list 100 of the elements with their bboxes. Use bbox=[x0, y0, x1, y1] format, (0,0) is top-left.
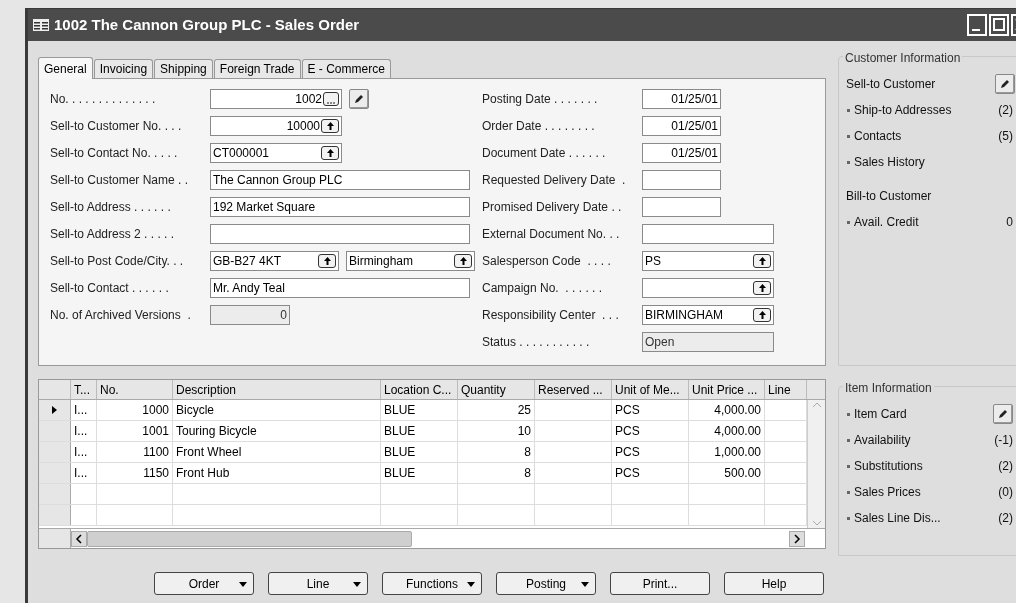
input-field[interactable]: 01/25/01 bbox=[642, 89, 721, 109]
table-cell: I... bbox=[71, 400, 97, 420]
column-header[interactable]: Unit of Me... bbox=[612, 380, 689, 399]
input-field[interactable]: CT000001 bbox=[210, 143, 342, 163]
action-button[interactable]: Help bbox=[724, 572, 824, 595]
assist-button[interactable] bbox=[323, 92, 339, 106]
scroll-right-icon[interactable] bbox=[789, 530, 805, 547]
input-field[interactable] bbox=[642, 224, 774, 244]
info-link[interactable]: Availability bbox=[854, 431, 911, 449]
input-field[interactable]: Birmingham bbox=[346, 251, 475, 271]
field-label: Sell-to Customer No. . . . bbox=[50, 118, 183, 135]
field-label: Salesperson Code . . . . bbox=[482, 253, 612, 270]
lookup-button[interactable] bbox=[318, 254, 336, 268]
bullet-icon bbox=[847, 464, 850, 468]
table-cell: 4,000.00 bbox=[689, 400, 765, 420]
input-field[interactable] bbox=[642, 278, 774, 298]
input-field[interactable]: 1002 bbox=[210, 89, 342, 109]
count-label: (-1) bbox=[994, 432, 1013, 449]
table-cell: BLUE bbox=[381, 400, 458, 420]
lookup-button[interactable] bbox=[454, 254, 472, 268]
tab[interactable]: Invoicing bbox=[93, 59, 154, 78]
info-link[interactable]: Sales Line Dis... bbox=[854, 509, 941, 527]
column-header[interactable]: Quantity bbox=[458, 380, 535, 399]
tab[interactable]: E - Commerce bbox=[301, 59, 391, 78]
table-cell: 500.00 bbox=[689, 463, 765, 483]
field-label: Requested Delivery Date . bbox=[482, 172, 627, 189]
action-button[interactable]: Line bbox=[268, 572, 368, 595]
table-cell: PCS bbox=[612, 442, 689, 462]
input-field[interactable] bbox=[210, 224, 470, 244]
tab[interactable]: Foreign Trade bbox=[213, 59, 301, 78]
edit-button[interactable] bbox=[349, 89, 369, 109]
info-link[interactable]: Sales Prices bbox=[854, 483, 921, 501]
input-field[interactable]: 10000 bbox=[210, 116, 342, 136]
pencil-icon bbox=[354, 94, 364, 104]
input-field[interactable]: BIRMINGHAM bbox=[642, 305, 774, 325]
up-arrow-icon bbox=[326, 149, 334, 157]
table-cell: 1,000.00 bbox=[689, 442, 765, 462]
info-link[interactable]: Contacts bbox=[854, 127, 902, 145]
lookup-button[interactable] bbox=[753, 308, 771, 322]
column-header[interactable]: Description bbox=[173, 380, 381, 399]
edit-button[interactable] bbox=[995, 74, 1015, 94]
count-label: (5) bbox=[998, 128, 1013, 145]
input-field[interactable]: PS bbox=[642, 251, 774, 271]
info-link[interactable]: Sales History bbox=[854, 153, 925, 171]
field-label: Promised Delivery Date . . bbox=[482, 199, 623, 216]
info-link[interactable]: Item Card bbox=[854, 405, 907, 423]
column-header[interactable]: Unit Price ... bbox=[689, 380, 765, 399]
lookup-button[interactable] bbox=[321, 119, 339, 133]
table-cell: PCS bbox=[612, 400, 689, 420]
column-header[interactable]: No. bbox=[97, 380, 173, 399]
table-cell: I... bbox=[71, 463, 97, 483]
edit-button[interactable] bbox=[993, 404, 1013, 424]
minimize-icon[interactable] bbox=[967, 14, 987, 36]
column-header[interactable]: T... bbox=[71, 380, 97, 399]
lookup-button[interactable] bbox=[753, 254, 771, 268]
action-button[interactable]: Order bbox=[154, 572, 254, 595]
row-selector[interactable] bbox=[39, 400, 71, 420]
field-label: Sell-to Contact No. . . . . bbox=[50, 145, 179, 162]
info-link[interactable]: Substitutions bbox=[854, 457, 923, 475]
field-label: Status . . . . . . . . . . . bbox=[482, 334, 591, 351]
table-cell: 1000 bbox=[97, 400, 173, 420]
input-field[interactable]: 192 Market Square bbox=[210, 197, 470, 217]
column-header[interactable]: Line bbox=[765, 380, 807, 399]
field-label: Order Date . . . . . . . . bbox=[482, 118, 596, 135]
action-button[interactable]: Print... bbox=[610, 572, 710, 595]
input-field[interactable]: GB-B27 4KT bbox=[210, 251, 339, 271]
column-header[interactable]: Reserved ... bbox=[535, 380, 612, 399]
action-button[interactable]: Posting bbox=[496, 572, 596, 595]
input-field[interactable]: 01/25/01 bbox=[642, 116, 721, 136]
table-cell: I... bbox=[71, 442, 97, 462]
scrollbar-thumb[interactable] bbox=[87, 530, 412, 547]
field-label: Responsibility Center . . . bbox=[482, 307, 620, 324]
info-link[interactable]: Ship-to Addresses bbox=[854, 101, 952, 119]
horizontal-scrollbar[interactable] bbox=[71, 529, 825, 548]
input-field[interactable]: 01/25/01 bbox=[642, 143, 721, 163]
input-field[interactable]: The Cannon Group PLC bbox=[210, 170, 470, 190]
input-field[interactable] bbox=[642, 197, 721, 217]
field-label: Campaign No. . . . . . . bbox=[482, 280, 604, 297]
field-label: Sell-to Customer Name . . bbox=[50, 172, 190, 189]
field-label: Sell-to Contact . . . . . . bbox=[50, 280, 170, 297]
table-cell: I... bbox=[71, 421, 97, 441]
input-field[interactable] bbox=[642, 170, 721, 190]
input-field[interactable]: Mr. Andy Teal bbox=[210, 278, 470, 298]
row-pointer-icon bbox=[52, 406, 57, 414]
tab[interactable]: General bbox=[38, 57, 93, 79]
bullet-icon bbox=[847, 490, 850, 494]
lookup-button[interactable] bbox=[321, 146, 339, 160]
field-label: Document Date . . . . . . bbox=[482, 145, 607, 162]
tab[interactable]: Shipping bbox=[154, 59, 213, 78]
table-cell: BLUE bbox=[381, 442, 458, 462]
table-cell: Bicycle bbox=[173, 400, 381, 420]
scroll-left-icon[interactable] bbox=[71, 530, 87, 547]
maximize-icon[interactable] bbox=[989, 14, 1009, 36]
column-header[interactable]: Location C... bbox=[381, 380, 458, 399]
action-button[interactable]: Functions bbox=[382, 572, 482, 595]
count-label: (2) bbox=[998, 458, 1013, 475]
info-link[interactable]: Avail. Credit bbox=[854, 213, 919, 231]
table-cell: Front Wheel bbox=[173, 442, 381, 462]
lookup-button[interactable] bbox=[753, 281, 771, 295]
table-cell: PCS bbox=[612, 421, 689, 441]
